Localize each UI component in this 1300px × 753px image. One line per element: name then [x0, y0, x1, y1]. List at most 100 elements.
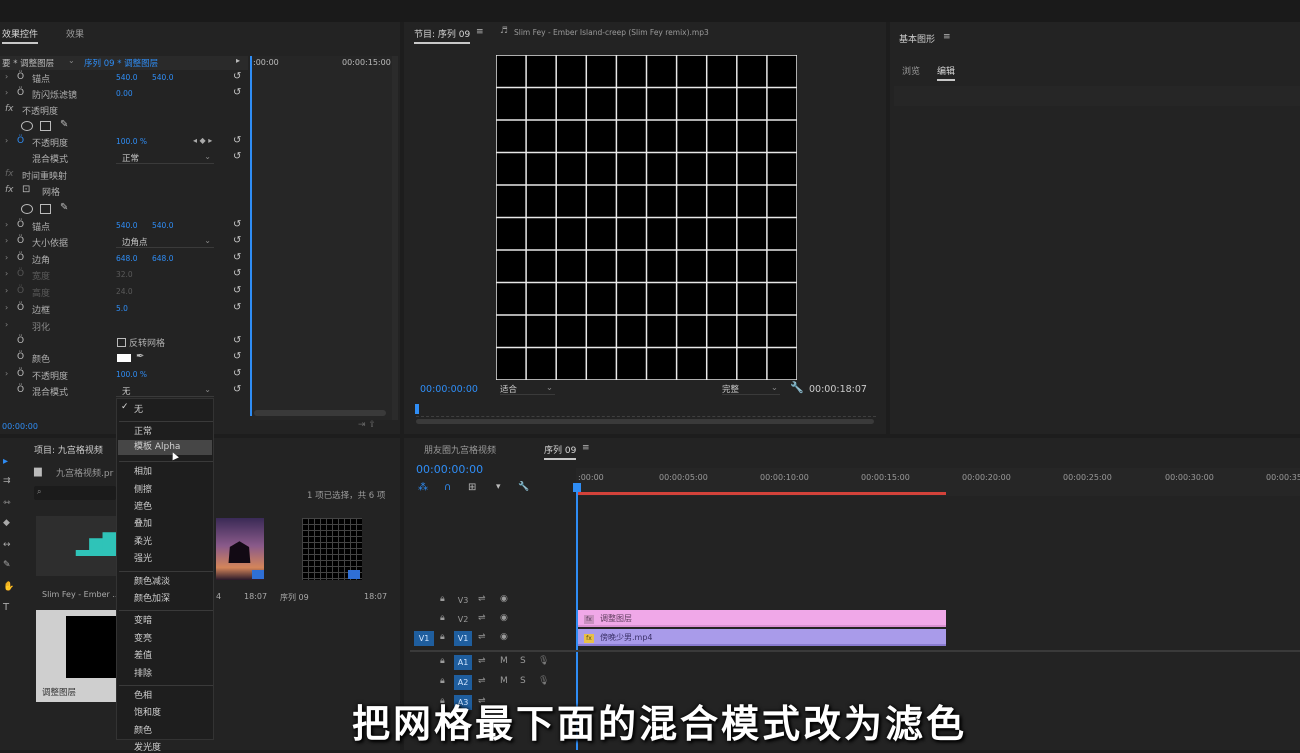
menu-icon[interactable]: ≡: [582, 443, 590, 453]
stopwatch-icon[interactable]: Ö: [17, 336, 24, 346]
blend-mode-select-2[interactable]: 无 ⌄: [116, 385, 214, 397]
project-item-adjustment[interactable]: 调整图层: [36, 610, 120, 702]
stopwatch-icon[interactable]: Ö: [17, 136, 24, 146]
blend-mode-option[interactable]: 相加: [134, 464, 152, 477]
value-opacity[interactable]: 100.0 %: [116, 370, 147, 379]
reset-icon[interactable]: ↺: [233, 268, 241, 279]
blend-mode-option[interactable]: 柔光: [134, 534, 152, 547]
rectangle-mask-icon[interactable]: [40, 204, 51, 214]
track-label[interactable]: V1: [454, 631, 472, 646]
type-tool-icon[interactable]: T: [3, 602, 9, 613]
marker-icon[interactable]: ▾: [496, 482, 501, 492]
play-arrow-icon[interactable]: ▸: [236, 56, 240, 65]
fx-icon[interactable]: fx: [5, 104, 14, 114]
solo-button[interactable]: S: [520, 676, 526, 686]
reset-icon[interactable]: ↺: [233, 87, 241, 98]
reset-icon[interactable]: ↺: [233, 368, 241, 379]
stopwatch-icon[interactable]: Ö: [17, 369, 24, 379]
stopwatch-icon[interactable]: Ö: [17, 220, 24, 230]
lock-icon[interactable]: 🔒︎: [440, 656, 445, 666]
reset-icon[interactable]: ↺: [233, 135, 241, 146]
project-search[interactable]: ⌕: [34, 486, 116, 500]
value-border[interactable]: 5.0: [116, 304, 128, 313]
linked-selection-icon[interactable]: ⊞: [468, 482, 476, 493]
track-select-icon[interactable]: ⇉: [3, 476, 11, 486]
tab-effects[interactable]: 效果: [66, 27, 84, 40]
reset-icon[interactable]: ↺: [233, 335, 241, 346]
value-anchor-y[interactable]: 540.0: [152, 221, 173, 230]
magnet-icon[interactable]: ∩: [444, 482, 451, 493]
blend-mode-option[interactable]: 排除: [134, 666, 152, 679]
blend-mode-option[interactable]: 无: [134, 402, 143, 415]
wrench-icon[interactable]: 🔧: [790, 381, 804, 394]
blend-mode-option[interactable]: 颜色: [134, 723, 152, 736]
value-opacity[interactable]: 100.0 %: [116, 137, 147, 146]
project-title[interactable]: 项目: 九宫格视频: [34, 443, 103, 456]
solo-button[interactable]: S: [520, 656, 526, 666]
stopwatch-icon[interactable]: Ö: [17, 72, 24, 82]
rectangle-mask-icon[interactable]: [40, 121, 51, 131]
blend-mode-option[interactable]: 模板 Alpha: [118, 439, 212, 455]
reset-icon[interactable]: ↺: [233, 252, 241, 263]
value-corner-y[interactable]: 648.0: [152, 254, 173, 263]
value-anchor-x[interactable]: 540.0: [116, 73, 137, 82]
track-label[interactable]: A2: [454, 675, 472, 690]
row-opacity-section[interactable]: fx 不透明度: [0, 102, 248, 118]
eye-icon[interactable]: ◉: [500, 594, 508, 604]
mute-button[interactable]: M: [500, 676, 508, 686]
tab-other-sequence[interactable]: 朋友圈九宫格视频: [424, 443, 496, 456]
source-patch-v1[interactable]: V1: [414, 631, 434, 646]
project-bin[interactable]: 九宫格视频.pr: [56, 466, 113, 479]
ellipse-mask-icon[interactable]: [21, 204, 33, 214]
blend-mode-option[interactable]: 颜色加深: [134, 591, 170, 604]
timeline-playhead-handle[interactable]: [573, 483, 581, 492]
keyframe-nav-icon[interactable]: ◂ ◆ ▸: [193, 136, 212, 145]
project-item-video[interactable]: ☗ 4 18:07: [216, 518, 268, 604]
stopwatch-icon[interactable]: Ö: [17, 253, 24, 263]
invert-grid-checkbox[interactable]: [117, 338, 126, 347]
ec-timeline[interactable]: :00:00 00:00:15:00: [250, 56, 392, 434]
reset-icon[interactable]: ↺: [233, 302, 241, 313]
tab-effect-controls[interactable]: 效果控件: [2, 27, 39, 44]
eyedropper-icon[interactable]: ✒: [136, 351, 144, 362]
fx-icon[interactable]: fx: [5, 185, 14, 195]
ec-scrollbar[interactable]: [254, 410, 386, 416]
blend-mode-option[interactable]: 变亮: [134, 631, 152, 644]
grid-preview[interactable]: [496, 55, 797, 380]
microphone-icon[interactable]: 🎙︎: [538, 676, 549, 686]
sync-lock-icon[interactable]: ⇌: [478, 632, 486, 642]
selection-tool-icon[interactable]: ▸: [3, 456, 8, 467]
blend-mode-option[interactable]: 侧擦: [134, 482, 152, 495]
reset-icon[interactable]: ↺: [233, 151, 241, 162]
tab-browse[interactable]: 浏览: [902, 64, 920, 77]
timeline-timecode[interactable]: 00:00:00:00: [416, 463, 483, 476]
lock-icon[interactable]: 🔒︎: [440, 632, 445, 642]
color-swatch[interactable]: [117, 354, 131, 362]
work-area-bar[interactable]: [578, 492, 946, 495]
row-grid-section[interactable]: fx ⊡ 网格: [0, 183, 248, 199]
sync-lock-icon[interactable]: ⇌: [478, 594, 486, 604]
blend-mode-option[interactable]: 色相: [134, 688, 152, 701]
blend-mode-select-1[interactable]: 正常 ⌄: [116, 152, 214, 164]
value-anchor-x[interactable]: 540.0: [116, 221, 137, 230]
track-label[interactable]: A1: [454, 655, 472, 670]
microphone-icon[interactable]: 🎙︎: [538, 656, 549, 666]
clip-adjustment-layer[interactable]: fx 调整图层: [578, 610, 946, 627]
blend-mode-option[interactable]: 饱和度: [134, 705, 161, 718]
stopwatch-icon[interactable]: Ö: [17, 385, 24, 395]
stopwatch-icon[interactable]: Ö: [17, 236, 24, 246]
video-audio-divider[interactable]: [410, 650, 1300, 652]
project-item-sequence[interactable]: 序列 09 18:07: [280, 518, 387, 604]
tab-program[interactable]: 节目: 序列 09: [414, 27, 471, 44]
reset-icon[interactable]: ↺: [233, 219, 241, 230]
menu-icon[interactable]: ≡: [476, 27, 484, 37]
program-scrub-bar[interactable]: [416, 409, 876, 417]
snap-icon[interactable]: ⁂: [418, 482, 428, 493]
size-from-select[interactable]: 边角点 ⌄: [116, 236, 214, 248]
clip-video[interactable]: fx 傍晚少男.mp4: [578, 629, 946, 646]
program-playhead[interactable]: [415, 404, 419, 414]
sequence-clip-name[interactable]: 序列 09 * 调整图层: [84, 57, 158, 69]
tab-audio-source[interactable]: Slim Fey - Ember Island-creep (Slim Fey …: [514, 28, 709, 37]
value-anchor-y[interactable]: 540.0: [152, 73, 173, 82]
ec-playhead[interactable]: [250, 56, 252, 416]
